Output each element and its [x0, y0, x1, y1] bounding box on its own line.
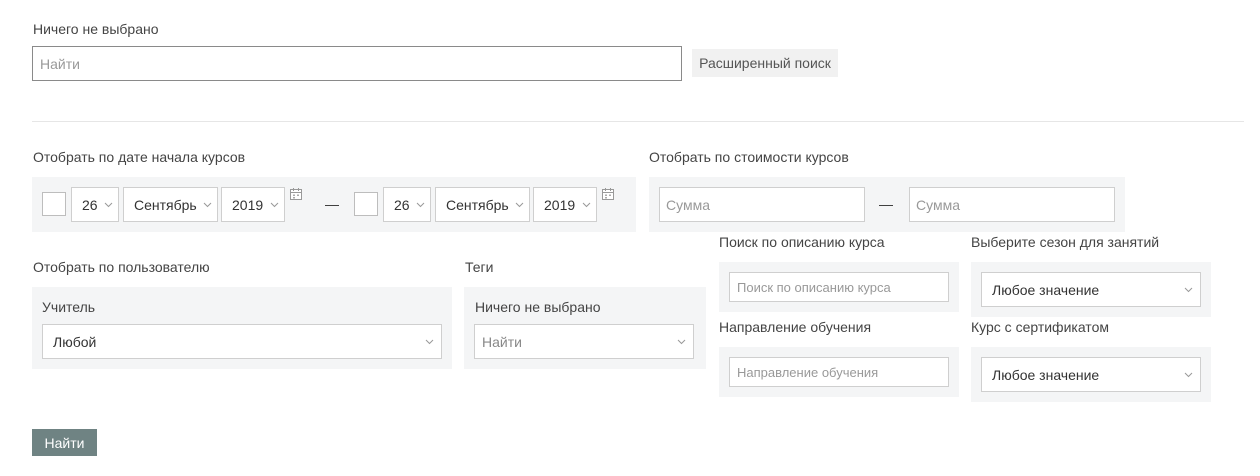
teacher-select[interactable]: Любой — [42, 324, 442, 359]
price-from-input[interactable]: Сумма — [659, 187, 865, 222]
date-filter-label: Отобрать по дате начала курсов — [33, 149, 246, 165]
chevron-down-icon — [203, 200, 213, 210]
price-from-placeholder: Сумма — [666, 196, 710, 213]
chevron-down-icon — [424, 337, 434, 347]
date-from-day-value: 26 — [82, 196, 98, 213]
date-to-day-value: 26 — [394, 196, 410, 213]
chevron-down-icon — [416, 200, 426, 210]
top-search-input[interactable]: Найти — [32, 46, 682, 81]
date-to-checkbox[interactable] — [354, 192, 378, 216]
date-range-separator: — — [325, 196, 339, 212]
date-to-year-value: 2019 — [544, 196, 576, 213]
date-from-checkbox[interactable] — [42, 192, 66, 216]
description-search-input[interactable]: Поиск по описанию курса — [729, 272, 949, 302]
direction-label: Направление обучения — [719, 319, 872, 335]
tags-nothing-selected-label: Ничего не выбрано — [475, 299, 601, 315]
chevron-down-icon — [1183, 285, 1193, 295]
date-from-year-value: 2019 — [232, 196, 264, 213]
date-from-month-select[interactable]: Сентябрь — [123, 187, 218, 222]
top-search-placeholder: Найти — [40, 55, 80, 72]
season-label: Выберите сезон для занятий — [971, 234, 1160, 250]
tags-search-placeholder: Найти — [482, 333, 522, 350]
date-from-day-select[interactable]: 26 — [71, 187, 119, 222]
chevron-down-icon — [515, 200, 525, 210]
description-search-placeholder: Поиск по описанию курса — [737, 279, 891, 295]
certificate-select[interactable]: Любое значение — [981, 357, 1201, 392]
calendar-icon[interactable] — [289, 187, 303, 201]
top-nothing-selected-label: Ничего не выбрано — [33, 21, 159, 37]
date-from-year-select[interactable]: 2019 — [221, 187, 285, 222]
chevron-down-icon — [1183, 370, 1193, 380]
season-value: Любое значение — [992, 281, 1100, 298]
calendar-icon[interactable] — [601, 187, 615, 201]
tags-search-select[interactable]: Найти — [474, 324, 694, 359]
date-to-year-select[interactable]: 2019 — [533, 187, 597, 222]
chevron-down-icon — [676, 337, 686, 347]
date-from-month-value: Сентябрь — [134, 196, 197, 213]
chevron-down-icon — [104, 200, 114, 210]
chevron-down-icon — [581, 200, 591, 210]
teacher-value: Любой — [53, 333, 97, 350]
tags-label: Теги — [465, 259, 494, 275]
date-to-month-select[interactable]: Сентябрь — [435, 187, 530, 222]
chevron-down-icon — [269, 200, 279, 210]
price-to-input[interactable]: Сумма — [909, 187, 1115, 222]
certificate-value: Любое значение — [992, 366, 1100, 383]
direction-input[interactable]: Направление обучения — [729, 357, 949, 387]
price-range-separator: — — [879, 196, 893, 212]
teacher-label: Учитель — [42, 299, 96, 315]
description-search-label: Поиск по описанию курса — [719, 234, 885, 250]
date-to-month-value: Сентябрь — [446, 196, 509, 213]
advanced-search-button[interactable]: Расширенный поиск — [692, 49, 838, 77]
season-select[interactable]: Любое значение — [981, 272, 1201, 307]
price-filter-label: Отобрать по стоимости курсов — [649, 149, 849, 165]
divider — [32, 121, 1244, 122]
submit-search-button[interactable]: Найти — [32, 429, 97, 456]
price-to-placeholder: Сумма — [916, 196, 960, 213]
user-filter-label: Отобрать по пользователю — [33, 259, 210, 275]
direction-placeholder: Направление обучения — [737, 364, 879, 380]
certificate-label: Курс с сертификатом — [971, 319, 1109, 335]
date-to-day-select[interactable]: 26 — [383, 187, 431, 222]
